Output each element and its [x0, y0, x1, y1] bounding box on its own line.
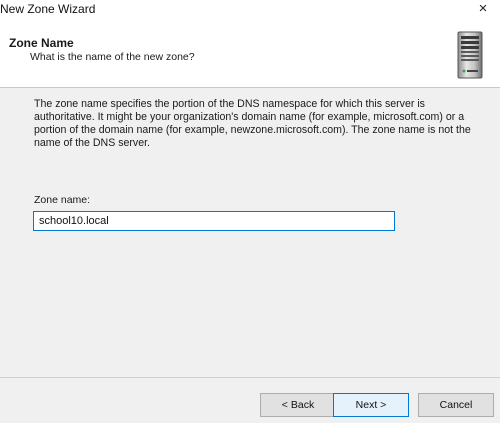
- wizard-content: The zone name specifies the portion of t…: [0, 88, 500, 377]
- page-subtitle: What is the name of the new zone?: [30, 51, 195, 63]
- page-title: Zone Name: [9, 36, 74, 50]
- zone-name-input[interactable]: [33, 211, 395, 231]
- wizard-header: Zone Name What is the name of the new zo…: [0, 26, 500, 86]
- window-title: New Zone Wizard: [0, 2, 96, 16]
- title-bar: New Zone Wizard ×: [0, 0, 500, 26]
- cancel-button[interactable]: Cancel: [418, 393, 494, 417]
- server-icon: [457, 31, 483, 79]
- zone-name-label: Zone name:: [34, 194, 91, 206]
- back-button[interactable]: < Back: [260, 393, 336, 417]
- zone-name-description: The zone name specifies the portion of t…: [34, 98, 471, 149]
- next-button[interactable]: Next >: [333, 393, 409, 417]
- wizard-footer: < Back Next > Cancel: [0, 378, 500, 423]
- close-icon[interactable]: ×: [466, 0, 500, 22]
